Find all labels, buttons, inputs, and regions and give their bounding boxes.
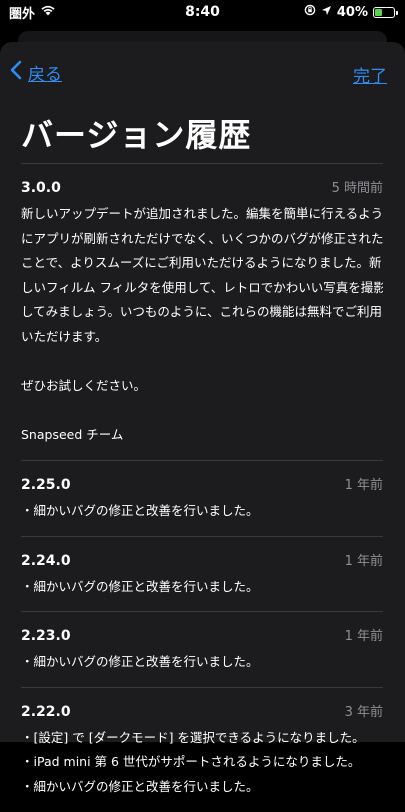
charging-bolt-icon: ⚡ [380, 6, 388, 17]
version-entry: 3.0.0 5 時間前新しいアップデートが追加されました。編集を簡単に行えるように… [21, 163, 383, 460]
location-icon [321, 5, 332, 20]
version-time: 1 年前 [344, 477, 383, 493]
version-time: 3 年前 [344, 704, 383, 720]
version-number: 2.25.0 [21, 476, 71, 493]
version-number: 2.23.0 [21, 628, 71, 645]
version-time: 5 時間前 [331, 181, 383, 196]
carrier-label: 圏外 [9, 6, 36, 22]
release-note-line: ・[設定] で [ダークモード] を選択できるようになりました。 [21, 729, 365, 745]
version-entry: 2.23.0 1 年前・細かいバグの修正と改善を行いました。 [21, 611, 383, 687]
release-notes: ・[設定] で [ダークモード] を選択できるようになりました。 ・iPad mi… [21, 726, 383, 812]
release-note-line: にアプリが刷新されただけでなく、いくつかのバグが修正された [21, 230, 383, 246]
wifi-icon [40, 4, 56, 20]
release-note-line: ・細かいバグの修正と改善を行いました。 [21, 654, 259, 670]
release-note-line: ・細かいバグの修正と改善を行いました。 [21, 778, 259, 794]
release-note-line: してみましょう。いつものように、これらの機能は無料でご利用 [21, 304, 383, 320]
battery-icon: ⚡ [373, 6, 398, 18]
version-entry-header: 2.23.0 1 年前 [21, 612, 383, 650]
battery-percent: 40% [336, 4, 368, 20]
version-entry: 2.24.0 1 年前・細かいバグの修正と改善を行いました。 [21, 535, 383, 612]
release-notes: ・細かいバグの修正と改善を行いました。 [21, 575, 383, 612]
release-notes: ・細かいバグの修正と改善を行いました。 [21, 499, 383, 536]
release-notes: ・細かいバグの修正と改善を行いました。 [21, 650, 383, 687]
status-right: 40% ⚡ [304, 4, 398, 20]
version-number: 2.22.0 [21, 703, 71, 720]
release-notes: 新しいアップデートが追加されました。編集を簡単に行えるよう にアプリが刷新されただ… [21, 202, 383, 460]
version-entry: 2.22.0 3 年前・[設定] で [ダークモード] を選択できるようになりまし… [21, 686, 383, 812]
release-note-line: 新しいアップデートが追加されました。編集を簡単に行えるよう [21, 206, 383, 221]
done-button[interactable]: 完了 [353, 62, 387, 87]
release-note-line: ことで、よりスムーズにご利用いただけるようになりました。新 [21, 255, 382, 271]
release-note-line: いただけます。 [21, 328, 108, 344]
release-note-line: しいフィルム フィルタを使用して、レトロでかわいい写真を撮影 [21, 279, 383, 295]
release-note-line: ぜひお試しください。 [21, 378, 147, 394]
version-number: 3.0.0 [21, 180, 61, 196]
release-note-line: ・iPad mini 第 6 世代がサポートされるようになりました。 [21, 754, 361, 770]
version-entry-header: 2.25.0 1 年前 [21, 461, 383, 499]
release-note-line: Snapseed チーム [21, 427, 124, 443]
status-bar: 圏外 8:40 40% ⚡ [0, 0, 405, 24]
version-entry-header: 2.24.0 1 年前 [21, 537, 383, 575]
chevron-left-icon [10, 60, 22, 85]
release-note-line: ・細かいバグの修正と改善を行いました。 [21, 502, 259, 518]
back-button[interactable]: 戻る [10, 60, 62, 85]
release-note-line: ・細かいバグの修正と改善を行いました。 [21, 578, 259, 594]
navigation-bar: 戻る 完了 [0, 60, 405, 90]
version-list[interactable]: 3.0.0 5 時間前新しいアップデートが追加されました。編集を簡単に行えるように… [21, 163, 383, 812]
version-entry-header: 3.0.0 5 時間前 [21, 164, 383, 202]
version-entry-header: 2.22.0 3 年前 [21, 688, 383, 726]
status-left: 圏外 [9, 3, 56, 22]
version-time: 1 年前 [344, 553, 383, 569]
version-entry: 2.25.0 1 年前・細かいバグの修正と改善を行いました。 [21, 459, 383, 536]
back-button-label: 戻る [28, 65, 62, 85]
version-number: 2.24.0 [21, 552, 71, 569]
lock-rotation-icon [304, 4, 316, 20]
page-title: バージョン履歴 [21, 116, 252, 154]
version-history-sheet: 戻る 完了 バージョン履歴 3.0.0 5 時間前新しいアップデートが追加されまし… [0, 42, 405, 794]
version-time: 1 年前 [344, 629, 383, 645]
